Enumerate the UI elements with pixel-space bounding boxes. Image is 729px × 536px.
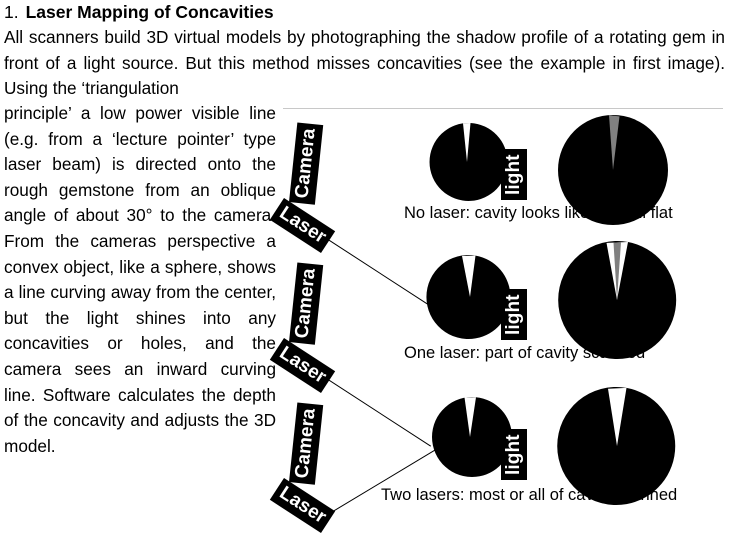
page-title-number: 1. xyxy=(4,2,19,22)
caption-row3: Two lasers: most or all of cavity scanne… xyxy=(381,486,678,504)
figure-top-divider xyxy=(283,108,723,109)
body-paragraph-left-column: principle’ a low power visible line (e.g… xyxy=(4,103,276,456)
gem-shadow-profile-row2 xyxy=(558,241,677,359)
page-title-text: Laser Mapping of Concavities xyxy=(25,2,274,22)
page-root: 1. Laser Mapping of Concavities All scann… xyxy=(0,0,729,536)
caption-row1: No laser: cavity looks like a small flat xyxy=(404,204,673,222)
light-label-row1: light xyxy=(501,149,527,200)
light-label-row3: light xyxy=(501,429,527,480)
laser-label-row3: Laser xyxy=(269,478,336,534)
intro-paragraph: All scanners build 3D virtual models by … xyxy=(4,27,725,99)
laser-beam-row3-lower xyxy=(326,448,438,516)
camera-label-row3: Camera xyxy=(289,402,324,485)
laser-beam-row3-upper xyxy=(321,375,432,447)
laser-mapping-figure: Camera Laser light No laser: cavity look… xyxy=(269,104,729,536)
laser-label-row2: Laser xyxy=(269,338,336,394)
gem-camera-view-row1 xyxy=(429,122,508,201)
light-label-row2: light xyxy=(501,289,527,340)
camera-label-row1: Camera xyxy=(289,122,324,205)
page-title: 1. Laser Mapping of Concavities xyxy=(4,2,434,23)
caption-row2: One laser: part of cavity scanned xyxy=(404,344,646,362)
laser-label-row1: Laser xyxy=(269,198,336,254)
camera-label-row2: Camera xyxy=(289,262,324,345)
laser-beam-row2-upper xyxy=(321,235,432,307)
